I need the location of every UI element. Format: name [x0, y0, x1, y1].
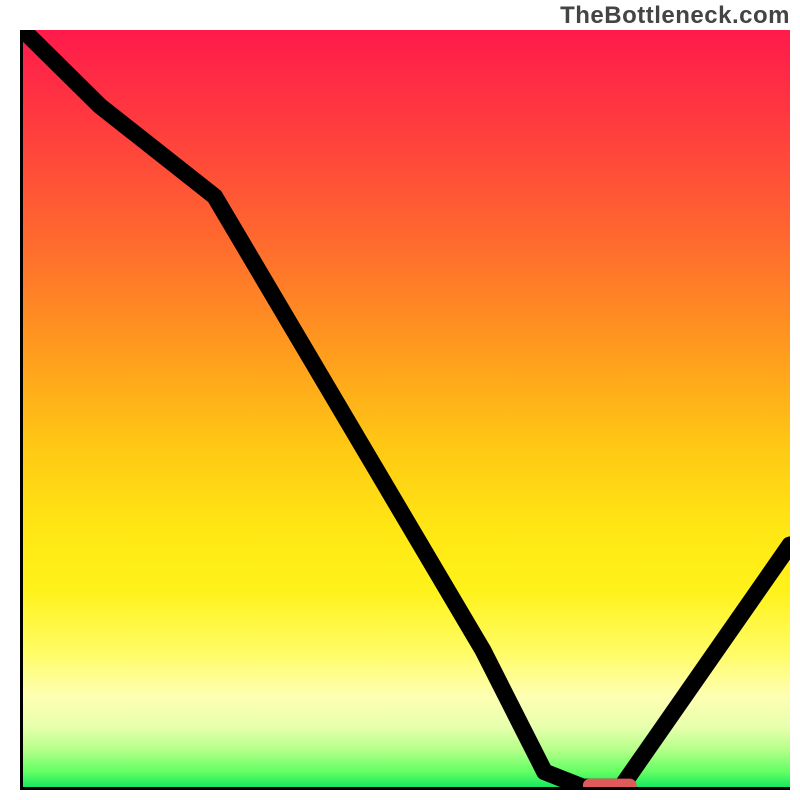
plot-area	[20, 30, 790, 790]
chart-svg	[23, 30, 790, 787]
watermark-text: TheBottleneck.com	[560, 2, 790, 30]
bottleneck-curve	[23, 30, 790, 787]
optimal-range-marker	[583, 779, 637, 787]
chart-frame: TheBottleneck.com	[0, 0, 800, 800]
